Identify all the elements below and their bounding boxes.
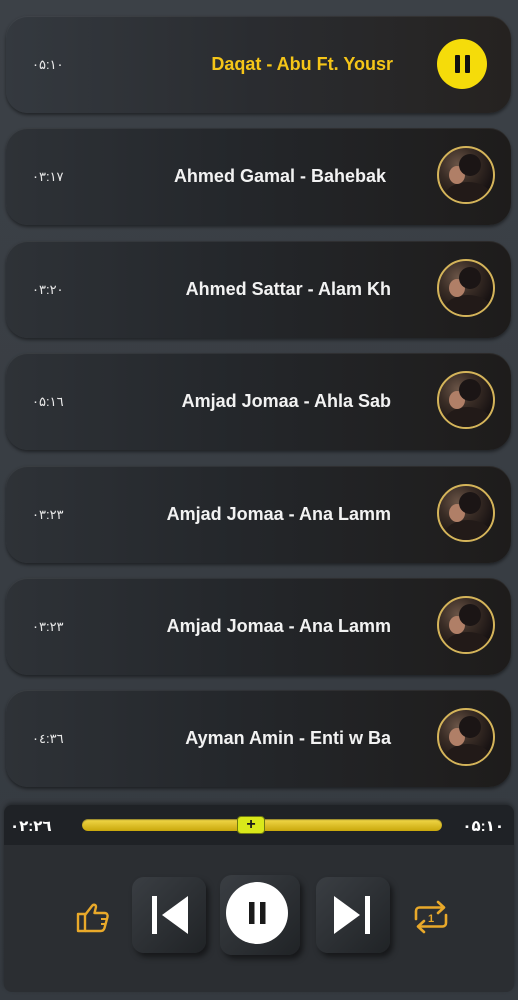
track-duration: ۰۳:۲۰ bbox=[32, 282, 64, 297]
track-row-1[interactable]: ۰۵:۱۰ Daqat - Abu Ft. Yousr bbox=[6, 16, 511, 113]
track-title: Amjad Jomaa - Ana Lamm bbox=[166, 616, 391, 636]
pause-icon bbox=[226, 882, 288, 944]
track-duration: ۰۵:۱۰ bbox=[32, 57, 64, 72]
skip-next-icon bbox=[334, 896, 370, 934]
player-panel: ۰۲:۲٦ + ۰۵:۱۰ 1 bbox=[4, 805, 514, 992]
track-duration: ۰۳:۲۳ bbox=[32, 619, 64, 634]
seek-bar[interactable]: + bbox=[82, 816, 442, 834]
track-title: Daqat - Abu Ft. Yousr bbox=[211, 54, 393, 74]
play-pause-button[interactable] bbox=[220, 875, 300, 955]
track-pause-button[interactable] bbox=[437, 39, 487, 89]
track-duration: ۰۳:۱۷ bbox=[32, 169, 64, 184]
track-duration: ۰٤:۳٦ bbox=[32, 731, 64, 746]
track-title: Ahmed Gamal - Bahebak bbox=[173, 166, 386, 186]
album-art-thumbnail bbox=[437, 484, 495, 542]
track-row-5[interactable]: ۰۳:۲۳ Amjad Jomaa - Ana Lamm bbox=[6, 466, 511, 563]
track-duration: ۰۳:۲۳ bbox=[32, 507, 64, 522]
repeat-badge: 1 bbox=[428, 913, 434, 925]
repeat-button[interactable]: 1 bbox=[408, 895, 454, 939]
track-row-4[interactable]: ۰۵:۱٦ Amjad Jomaa - Ahla Sab bbox=[6, 353, 511, 450]
album-art-thumbnail bbox=[437, 371, 495, 429]
previous-button[interactable] bbox=[132, 877, 206, 953]
track-title: Amjad Jomaa - Ana Lamm bbox=[166, 504, 391, 524]
track-row-3[interactable]: ۰۳:۲۰ Ahmed Sattar - Alam Kh bbox=[6, 241, 511, 338]
track-row-2[interactable]: ۰۳:۱۷ Ahmed Gamal - Bahebak bbox=[6, 128, 511, 225]
total-time: ۰۵:۱۰ bbox=[462, 818, 504, 835]
track-row-7[interactable]: ۰٤:۳٦ Ayman Amin - Enti w Ba bbox=[6, 690, 511, 787]
album-art-thumbnail bbox=[437, 596, 495, 654]
pause-icon bbox=[454, 55, 470, 73]
seek-knob[interactable]: + bbox=[237, 816, 265, 834]
skip-previous-icon bbox=[152, 896, 188, 934]
album-art-thumbnail bbox=[437, 708, 495, 766]
repeat-one-icon: 1 bbox=[414, 900, 448, 934]
album-art-thumbnail bbox=[437, 146, 495, 204]
track-duration: ۰۵:۱٦ bbox=[32, 394, 64, 409]
thumbs-up-icon bbox=[76, 903, 109, 933]
album-art-thumbnail bbox=[437, 259, 495, 317]
track-title: Ahmed Sattar - Alam Kh bbox=[185, 279, 391, 299]
track-title: Ayman Amin - Enti w Ba bbox=[185, 728, 391, 748]
app-screen: ۰۵:۱۰ Daqat - Abu Ft. Yousr ۰۳:۱۷ Ahmed … bbox=[0, 0, 518, 1000]
like-button[interactable] bbox=[72, 895, 116, 939]
next-button[interactable] bbox=[316, 877, 390, 953]
track-row-6[interactable]: ۰۳:۲۳ Amjad Jomaa - Ana Lamm bbox=[6, 578, 511, 675]
elapsed-time: ۰۲:۲٦ bbox=[10, 818, 52, 835]
track-title: Amjad Jomaa - Ahla Sab bbox=[181, 391, 391, 411]
